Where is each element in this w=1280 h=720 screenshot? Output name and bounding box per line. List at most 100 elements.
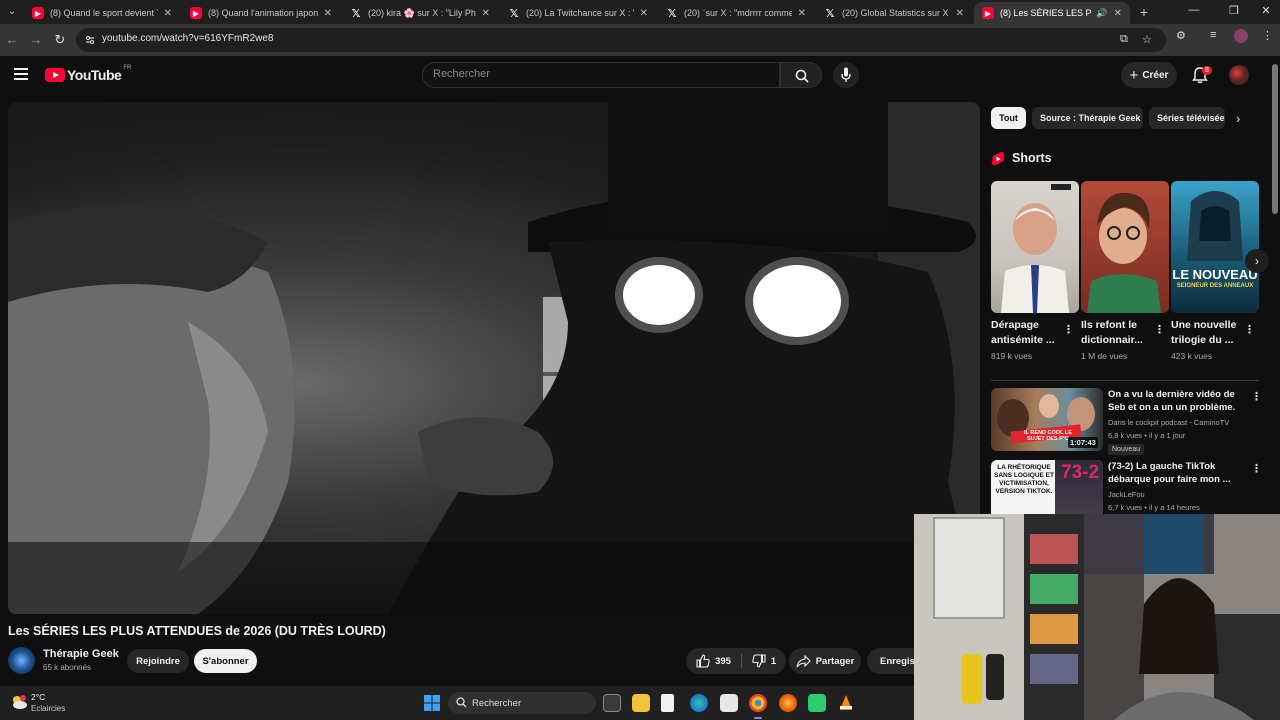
url-text: youtube.com/watch?v=616YFmR2we8 bbox=[102, 33, 274, 44]
search-icon bbox=[456, 697, 467, 708]
chrome-browser-icon[interactable] bbox=[749, 694, 767, 712]
x-icon: 𝕏 bbox=[509, 7, 519, 20]
profile-avatar[interactable] bbox=[1234, 29, 1248, 43]
weather-description[interactable]: Eclaircies bbox=[31, 704, 65, 713]
dislike-button[interactable]: 1 bbox=[742, 648, 786, 674]
recommended-video-title[interactable]: On a vu la dernière vidéo de Seb et on a… bbox=[1108, 388, 1248, 414]
app-icon[interactable] bbox=[808, 694, 826, 712]
forward-icon[interactable]: → bbox=[28, 32, 44, 47]
country-code: FR bbox=[123, 65, 132, 71]
restore-icon[interactable]: ❐ bbox=[1226, 4, 1242, 17]
more-options-icon[interactable]: ⋮ bbox=[1244, 325, 1255, 336]
browser-toolbar: ← → ↻ youtube.com/watch?v=616YFmR2we8 ⧉ … bbox=[0, 24, 1280, 56]
short-thumbnail-image bbox=[1187, 191, 1243, 261]
short-thumbnail[interactable] bbox=[991, 181, 1079, 313]
minimize-icon[interactable]: — bbox=[1186, 4, 1202, 16]
file-explorer-icon[interactable] bbox=[632, 694, 650, 712]
microphone-icon bbox=[841, 67, 851, 82]
more-options-icon[interactable]: ⋮ bbox=[1251, 464, 1262, 475]
address-bar[interactable]: youtube.com/watch?v=616YFmR2we8 ⧉ ☆ bbox=[76, 28, 1166, 52]
extensions-icon[interactable]: ⚙ bbox=[1176, 29, 1186, 42]
channel-avatar[interactable] bbox=[8, 647, 35, 674]
channel-name[interactable]: JackLeFou bbox=[1108, 490, 1145, 499]
close-tab-icon[interactable]: ✕ bbox=[482, 8, 490, 19]
like-button[interactable]: 395 bbox=[686, 648, 741, 674]
chip-tv-series[interactable]: Séries télévisées bbox=[1149, 107, 1225, 129]
vlc-icon[interactable] bbox=[837, 694, 855, 712]
subscribe-button[interactable]: S'abonner bbox=[194, 649, 257, 673]
browser-tab[interactable]: 𝕏 (20) Global Statistics sur X : "🇲 ✕ bbox=[816, 2, 972, 24]
create-button[interactable]: + Créer bbox=[1121, 62, 1177, 88]
thumbnail-score: 73-2 bbox=[1061, 462, 1100, 483]
tab-title: (8) Les SÉRIES LES PLUS AT bbox=[1000, 8, 1092, 18]
short-title[interactable]: Dérapage antisémite ... bbox=[991, 318, 1063, 348]
browser-tab[interactable]: 𝕏 (20) ʾsur X : "mdrrrr comment s ✕ bbox=[658, 2, 814, 24]
close-tab-icon[interactable]: ✕ bbox=[640, 8, 648, 19]
browser-tab[interactable]: ▶ (8) Quand l'animation japonaise ✕ bbox=[182, 2, 340, 24]
site-info-icon[interactable] bbox=[84, 34, 96, 46]
browser-tab[interactable]: 𝕏 (20) La Twitchance sur X : "ALEI ✕ bbox=[500, 2, 656, 24]
close-tab-icon[interactable]: ✕ bbox=[164, 8, 172, 19]
firefox-browser-icon[interactable] bbox=[779, 694, 797, 712]
search-input[interactable] bbox=[433, 68, 763, 80]
browser-tab[interactable]: ▶ (8) Quand le sport devient TOX ✕ bbox=[24, 2, 180, 24]
store-icon[interactable] bbox=[720, 694, 738, 712]
more-options-icon[interactable]: ⋮ bbox=[1154, 325, 1165, 336]
scrollbar-thumb[interactable] bbox=[1272, 64, 1278, 214]
channel-name[interactable]: Dans le cockpit podcast - CaminoTV bbox=[1108, 418, 1229, 427]
edge-browser-icon[interactable] bbox=[690, 694, 708, 712]
thumbs-down-icon bbox=[752, 654, 766, 668]
shorts-heading: Shorts bbox=[1012, 151, 1052, 165]
media-controls-icon[interactable]: ≡ bbox=[1210, 29, 1216, 41]
account-avatar[interactable] bbox=[1229, 65, 1249, 85]
hamburger-menu-icon[interactable] bbox=[14, 68, 28, 80]
close-tab-icon[interactable]: ✕ bbox=[324, 8, 332, 19]
chip-all[interactable]: Tout bbox=[991, 107, 1026, 129]
close-tab-icon[interactable]: ✕ bbox=[1114, 8, 1122, 19]
youtube-header: YouTube FR + Créer bbox=[0, 56, 1270, 96]
browser-tab[interactable]: 𝕏 (20) kira 🌸 sur X : "Lily Philips ✕ bbox=[342, 2, 498, 24]
back-icon[interactable]: ← bbox=[4, 32, 20, 47]
browser-menu-icon[interactable]: ⋮ bbox=[1262, 29, 1273, 42]
install-app-icon[interactable]: ⧉ bbox=[1120, 33, 1128, 46]
taskbar-search[interactable]: Rechercher bbox=[448, 692, 596, 714]
weather-cloud-icon[interactable] bbox=[10, 693, 28, 711]
reload-icon[interactable]: ↻ bbox=[52, 32, 68, 48]
task-view-icon[interactable] bbox=[603, 694, 621, 712]
youtube-logo[interactable]: YouTube FR bbox=[45, 65, 132, 83]
tab-title: (20) Global Statistics sur X : "🇲 bbox=[842, 7, 950, 18]
eye-glow bbox=[745, 257, 849, 345]
weather-temperature[interactable]: 2°C bbox=[31, 692, 45, 702]
close-tab-icon[interactable]: ✕ bbox=[798, 8, 806, 19]
short-thumbnail[interactable] bbox=[1081, 181, 1169, 313]
windows-start-icon[interactable] bbox=[423, 694, 441, 712]
hat-crown bbox=[608, 102, 888, 232]
search-field[interactable] bbox=[422, 62, 780, 88]
share-button[interactable]: Partager bbox=[789, 648, 861, 674]
join-button[interactable]: Rejoindre bbox=[127, 649, 189, 673]
voice-search-button[interactable] bbox=[833, 62, 859, 88]
chip-source[interactable]: Source : Thérapie Geek bbox=[1032, 107, 1143, 129]
thumbs-up-icon bbox=[696, 654, 710, 668]
new-tab-icon[interactable]: + bbox=[1136, 4, 1152, 20]
short-title[interactable]: Une nouvelle trilogie du ... bbox=[1171, 318, 1243, 348]
more-options-icon[interactable]: ⋮ bbox=[1251, 392, 1262, 403]
more-options-icon[interactable]: ⋮ bbox=[1063, 325, 1074, 336]
search-button[interactable] bbox=[780, 62, 822, 88]
video-player[interactable] bbox=[8, 102, 980, 614]
close-tab-icon[interactable]: ✕ bbox=[956, 8, 964, 19]
short-title[interactable]: Ils refont le dictionnair... bbox=[1081, 318, 1153, 348]
recommended-video-title[interactable]: (73-2) La gauche TikTok débarque pour fa… bbox=[1108, 460, 1248, 486]
tab-search-icon[interactable]: ⌄ bbox=[4, 4, 20, 20]
divider bbox=[991, 380, 1259, 381]
channel-name[interactable]: Thérapie Geek bbox=[43, 648, 119, 660]
shorts-next-button[interactable]: › bbox=[1245, 249, 1269, 273]
short-thumbnail[interactable]: LE NOUVEAU SEIGNEUR DES ANNEAUX bbox=[1171, 181, 1259, 313]
audio-playing-icon[interactable]: 🔊 bbox=[1096, 8, 1107, 19]
chevron-right-icon[interactable]: › bbox=[1236, 111, 1240, 126]
browser-tab-active[interactable]: ▶ (8) Les SÉRIES LES PLUS AT 🔊 ✕ bbox=[974, 2, 1130, 24]
close-window-icon[interactable]: ✕ bbox=[1258, 4, 1274, 17]
share-icon bbox=[796, 654, 811, 667]
bookmark-star-icon[interactable]: ☆ bbox=[1142, 33, 1152, 46]
document-app-icon[interactable] bbox=[661, 694, 674, 712]
